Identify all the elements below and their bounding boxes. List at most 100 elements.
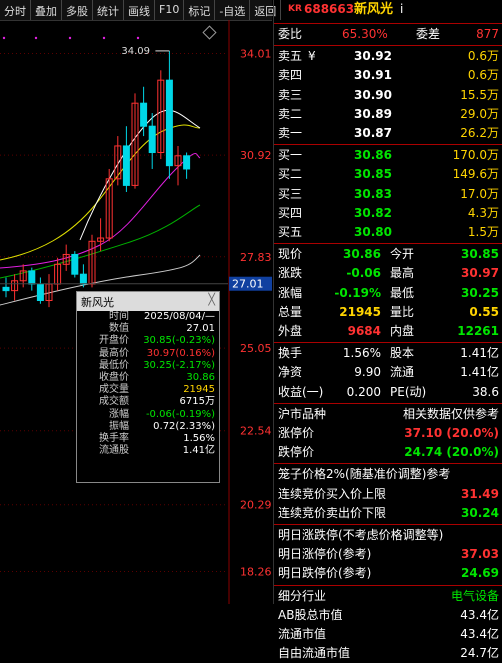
- tooltip-label: 成交额: [99, 396, 129, 408]
- sell-level-row: 卖一 30.87 26.2万: [274, 124, 502, 143]
- weibi-row: 委比 65.30% 委差 877: [274, 25, 502, 44]
- buy-price: 30.83: [354, 186, 392, 201]
- tooltip-title: 新风光 ╳: [77, 292, 219, 311]
- tooltip-value: 0.72(2.33%): [153, 420, 215, 432]
- tooltip-value: 30.85(-0.23%): [143, 335, 215, 347]
- price-axis-label: 25.05: [240, 342, 272, 355]
- fund-label: 收益(一): [278, 384, 324, 399]
- tooltip-value: 30.25(-2.17%): [143, 359, 215, 371]
- panel-header: KR 688663 新风光 i: [274, 0, 502, 22]
- candle-body: [71, 253, 79, 275]
- quote-label: 涨幅: [278, 285, 303, 300]
- buy-volume: 1.5万: [467, 225, 499, 239]
- buy-label: 买四: [278, 205, 303, 220]
- buy-label: 买二: [278, 167, 303, 182]
- toolbar-button-6[interactable]: 标记: [184, 0, 216, 20]
- tooltip-value: -0.06(-0.19%): [145, 408, 215, 420]
- sell-level-row: 卖五 ¥30.92 0.6万: [274, 47, 502, 66]
- market-note: 相关数据仅供参考: [402, 406, 499, 421]
- candle-body: [140, 102, 148, 127]
- tomorrow-title: 明日涨跌停(不考虑价格调整等): [278, 528, 444, 542]
- tooltip-row: 时间 2025/08/04/—: [77, 311, 219, 323]
- buy-price: 30.82: [354, 205, 392, 220]
- cap-value: 43.4亿: [460, 627, 499, 641]
- toolbar-button-1[interactable]: 叠加: [31, 0, 62, 20]
- quote-label: 总量: [278, 304, 303, 319]
- tooltip-label: 流通股: [99, 445, 129, 457]
- cap-value: 24.7亿: [460, 646, 499, 661]
- tooltip-value: 1.56%: [183, 432, 215, 444]
- sell-price: 30.92: [354, 49, 392, 64]
- info-icon: i: [400, 2, 404, 16]
- toolbar-button-3[interactable]: 统计: [93, 0, 124, 20]
- price-axis-label: 20.29: [240, 499, 272, 512]
- badge-kr: KR: [288, 4, 302, 14]
- price-axis-label: 27.83: [240, 251, 272, 264]
- buy-price: 30.85: [354, 167, 392, 182]
- quote-label: 今开: [390, 247, 415, 262]
- fund-value: 38.6: [472, 384, 499, 399]
- toolbar-button-0[interactable]: 分时: [0, 0, 31, 20]
- marker-dot: [34, 36, 38, 40]
- limit-value: 24.74 (20.0%): [404, 445, 499, 460]
- tooltip-label: 最低价: [99, 359, 129, 371]
- tooltip-label: 振幅: [109, 420, 129, 432]
- buy-level-row: 买一 30.86 170.0万: [274, 146, 502, 165]
- market-cap-row: 流通市值 43.4亿: [274, 625, 502, 644]
- quote-value: 30.25: [461, 285, 499, 300]
- sell-volume: 15.5万: [460, 87, 499, 102]
- buy-level-row: 买三 30.83 17.0万: [274, 185, 502, 204]
- quote-value: 30.97: [461, 266, 499, 281]
- tooltip-value: 2025/08/04/—: [143, 311, 215, 322]
- price-axis-label: 30.92: [240, 149, 272, 162]
- diamond-icon[interactable]: [202, 25, 217, 40]
- quote-label: 最低: [390, 285, 415, 300]
- tooltip-stock-name: 新风光: [81, 296, 114, 309]
- divider: [274, 463, 502, 465]
- divider: [274, 45, 502, 47]
- quote-row: 涨幅 -0.19% 最低 30.25: [274, 284, 502, 303]
- toolbar-button-7[interactable]: -自选: [215, 0, 251, 20]
- divider: [274, 524, 502, 525]
- tooltip-row: 收盘价 30.86: [77, 372, 219, 384]
- buy-volume: 4.3万: [467, 205, 499, 220]
- close-icon[interactable]: ╳: [208, 293, 215, 306]
- sell-label: 卖四: [278, 68, 303, 83]
- limit-row: 跌停价 24.74 (20.0%): [274, 443, 502, 462]
- toolbar-button-4[interactable]: 画线: [124, 0, 155, 20]
- buy-price: 30.86: [354, 148, 392, 163]
- toolbar-button-5[interactable]: F10: [155, 0, 185, 20]
- fund-value: 1.56%: [342, 346, 381, 361]
- toolbar-button-2[interactable]: 多股: [62, 0, 93, 20]
- quote-row: 现价 30.86 今开 30.85: [274, 245, 502, 264]
- ma-line-magenta: [0, 153, 201, 269]
- fund-label: 净资: [278, 365, 303, 380]
- candle-body: [36, 283, 44, 301]
- tooltip-label: 涨幅: [109, 408, 129, 420]
- quote-value: 21945: [339, 304, 381, 319]
- sell-volume: 0.6万: [467, 68, 499, 83]
- tooltip-row: 流通股 1.41亿: [77, 445, 219, 457]
- market-cap-row: AB股总市值 43.4亿: [274, 606, 502, 625]
- price-axis-label: 18.26: [240, 565, 272, 578]
- buy-level-row: 买五 30.80 1.5万: [274, 223, 502, 242]
- current-price-label: 27.01: [232, 278, 264, 291]
- tooltip-label: 开盘价: [99, 335, 129, 347]
- tooltip-value: 30.97(0.16%): [146, 347, 215, 359]
- tomorrow-label: 明日涨停价(参考): [278, 547, 372, 562]
- sell-price: 30.89: [354, 106, 392, 121]
- buy-label: 买一: [278, 148, 303, 163]
- tomorrow-value: 24.69: [461, 566, 499, 581]
- market-row: 沪市品种 相关数据仅供参考: [274, 405, 502, 424]
- divider: [274, 402, 502, 404]
- weicha-value: 877: [476, 27, 499, 41]
- stock-code: 688663: [304, 2, 355, 16]
- market-label: 沪市品种: [278, 406, 327, 421]
- fund-row: 换手 1.56% 股本 1.41亿: [274, 344, 502, 363]
- limit-label: 涨停价: [278, 426, 315, 440]
- quote-label: 现价: [278, 247, 303, 262]
- fund-label: 换手: [278, 346, 303, 361]
- divider: [274, 342, 502, 344]
- marker-dot: [102, 36, 106, 40]
- tooltip-rows: 时间 2025/08/04/— 数值 27.01 开盘价 30.85(-0.23%) 最高价…: [77, 311, 219, 457]
